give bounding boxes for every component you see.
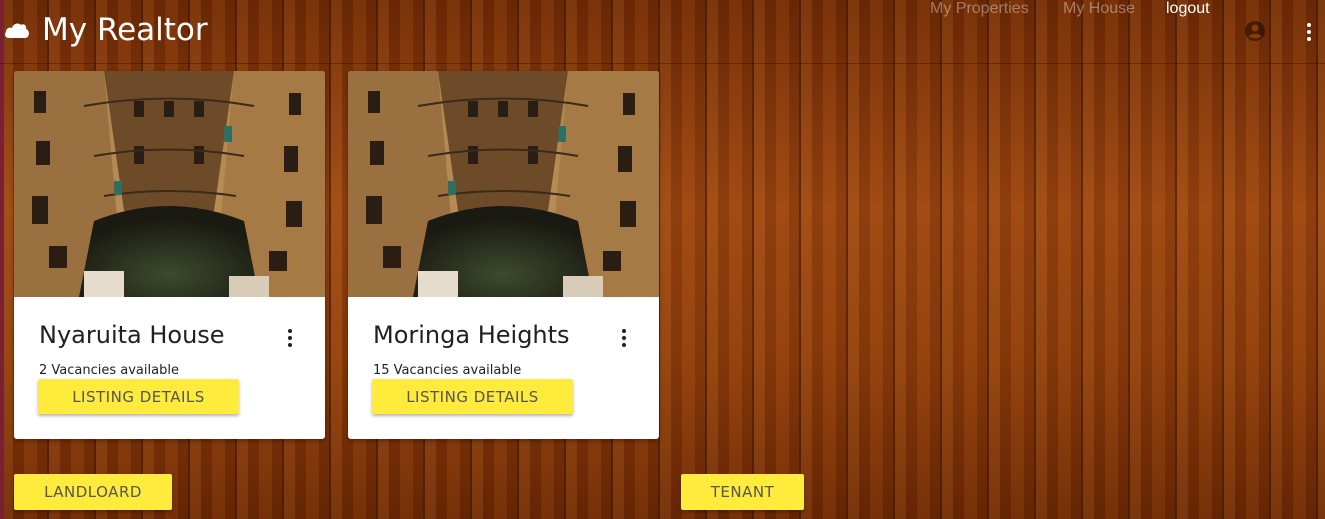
vacancy-count: 2 Vacancies available — [39, 363, 179, 378]
listing-title: Moringa Heights — [373, 321, 570, 349]
landlord-button[interactable]: LANDLOARD — [14, 474, 172, 510]
account-circle-icon[interactable] — [1244, 20, 1266, 42]
more-vert-icon[interactable] — [284, 328, 296, 348]
tenant-button[interactable]: TENANT — [681, 474, 804, 510]
more-vert-icon[interactable] — [1305, 22, 1313, 42]
listing-details-button[interactable]: LISTING DETAILS — [372, 379, 573, 414]
left-edge-strip — [0, 0, 4, 519]
app-title: My Realtor — [42, 12, 208, 48]
property-image — [348, 71, 659, 297]
nav-my-properties[interactable]: My Properties — [930, 0, 1029, 18]
listing-card: Nyaruita House 2 Vacancies available LIS… — [14, 71, 325, 439]
listing-title: Nyaruita House — [39, 321, 225, 349]
app-header: My Realtor My Properties My House logout — [0, 0, 1325, 64]
listing-card: Moringa Heights 15 Vacancies available L… — [348, 71, 659, 439]
cloud-icon — [5, 23, 29, 38]
nav-logout[interactable]: logout — [1166, 0, 1210, 18]
property-image — [14, 71, 325, 297]
nav-my-house[interactable]: My House — [1063, 0, 1135, 18]
listing-details-button[interactable]: LISTING DETAILS — [38, 379, 239, 414]
more-vert-icon[interactable] — [618, 328, 630, 348]
vacancy-count: 15 Vacancies available — [373, 363, 522, 378]
